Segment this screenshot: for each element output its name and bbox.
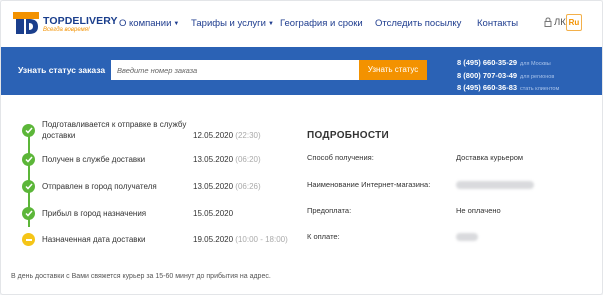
step-date: 19.05.2020 xyxy=(193,235,234,244)
step-label: Подготавливается к отправке в службу дос… xyxy=(42,120,187,140)
step-time: (10:00 - 18:00) xyxy=(235,235,288,244)
step-datetime: 19.05.2020 (10:00 - 18:00) xyxy=(193,235,288,244)
detail-label: К оплате: xyxy=(307,232,340,241)
nav-item-label: Отследить посылку xyxy=(375,18,462,29)
order-number-input[interactable] xyxy=(111,60,359,80)
nav-item-label: О компании xyxy=(119,18,172,29)
logo-mark-icon xyxy=(13,12,39,34)
nav-item-label: География и сроки xyxy=(280,18,363,29)
blurred-value xyxy=(456,233,478,241)
step-datetime: 12.05.2020 (22:30) xyxy=(193,131,261,140)
step-datetime: 15.05.2020 xyxy=(193,209,233,218)
step-label: Отправлен в город получателя xyxy=(42,182,157,191)
nav-item-label: Тарифы и услуги xyxy=(191,18,266,29)
nav-item-geography[interactable]: География и сроки xyxy=(280,18,363,29)
phone-list: 8 (495) 660-35-29 для Москвы 8 (800) 707-… xyxy=(457,52,597,92)
top-navigation: TOPDELIVERY Всегда вовремя! О компании ▼ … xyxy=(1,1,602,47)
detail-value: Не оплачено xyxy=(456,206,501,215)
account-link[interactable]: ЛК xyxy=(544,17,566,28)
check-status-button[interactable]: Узнать статус xyxy=(359,60,427,80)
step-datetime: 13.05.2020 (06:20) xyxy=(193,155,261,164)
nav-item-tariffs[interactable]: Тарифы и услуги ▼ xyxy=(191,18,274,29)
lock-icon xyxy=(544,17,552,27)
step-date: 13.05.2020 xyxy=(193,155,234,164)
step-date: 12.05.2020 xyxy=(193,131,234,140)
step-time: (06:20) xyxy=(235,155,261,164)
nav-item-contacts[interactable]: Контакты xyxy=(477,18,518,29)
chevron-down-icon: ▼ xyxy=(173,21,180,27)
nav-item-track[interactable]: Отследить посылку xyxy=(375,18,461,29)
tracking-bar: Узнать статус заказа Узнать статус 8 (49… xyxy=(1,47,602,95)
step-date: 15.05.2020 xyxy=(193,209,234,218)
logo[interactable]: TOPDELIVERY Всегда вовремя! xyxy=(13,11,123,39)
nav-item-label: Контакты xyxy=(477,18,519,29)
step-label: Прибыл в город назначения xyxy=(42,209,147,218)
step-time: (22:30) xyxy=(235,131,261,140)
account-label: ЛК xyxy=(554,17,566,28)
logo-tagline: Всегда вовремя! xyxy=(43,27,90,33)
detail-label: Предоплата: xyxy=(307,206,352,215)
phone-note: стать клиентом xyxy=(520,86,560,92)
step-date: 13.05.2020 xyxy=(193,182,234,191)
detail-label: Способ получения: xyxy=(307,153,374,162)
phone-row: 8 (495) 660-36-83 стать клиентом xyxy=(457,77,597,92)
courier-notice: В день доставки с Вами свяжется курьер з… xyxy=(11,273,271,280)
details-title: ПОДРОБНОСТИ xyxy=(307,130,390,141)
phone-row: 8 (800) 707-03-49 для регионов xyxy=(457,65,597,80)
pending-circle-icon xyxy=(22,233,35,246)
blurred-value xyxy=(456,181,534,189)
detail-label: Наименование Интернет-магазина: xyxy=(307,180,431,189)
step-time: (06:26) xyxy=(235,182,261,191)
step-datetime: 13.05.2020 (06:26) xyxy=(193,182,261,191)
check-circle-icon xyxy=(22,124,35,137)
detail-value: Доставка курьером xyxy=(456,153,524,162)
check-circle-icon xyxy=(22,153,35,166)
tracking-label: Узнать статус заказа xyxy=(18,65,106,75)
phone-number[interactable]: 8 (495) 660-36-83 xyxy=(457,83,517,92)
step-label: Назначенная дата доставки xyxy=(42,235,146,244)
logo-name: TOPDELIVERY xyxy=(43,15,118,27)
language-switch[interactable]: Ru xyxy=(566,14,582,31)
chevron-down-icon: ▼ xyxy=(267,21,274,27)
nav-item-about[interactable]: О компании ▼ xyxy=(119,18,179,29)
phone-row: 8 (495) 660-35-29 для Москвы xyxy=(457,52,597,67)
check-circle-icon xyxy=(22,207,35,220)
step-label: Получен в службе доставки xyxy=(42,155,146,164)
check-circle-icon xyxy=(22,180,35,193)
tracking-page: TOPDELIVERY Всегда вовремя! О компании ▼ … xyxy=(0,0,603,295)
